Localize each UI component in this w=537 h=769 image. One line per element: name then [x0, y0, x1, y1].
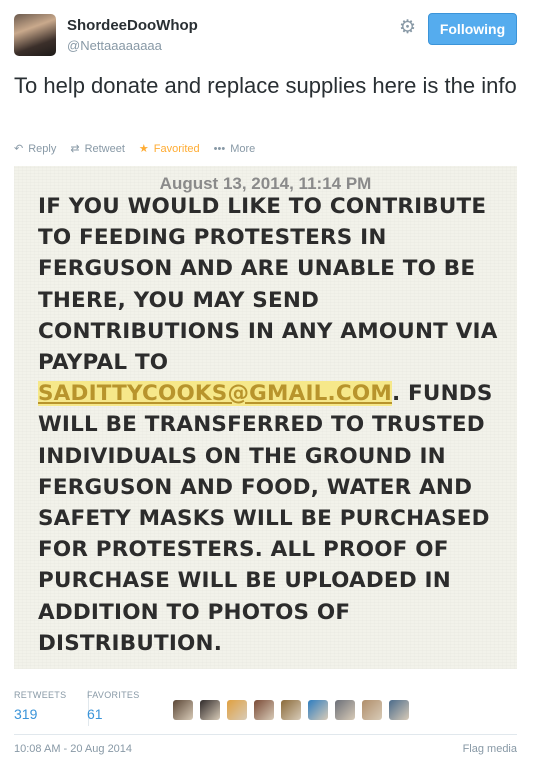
retweets-stat[interactable]: RETWEETS 319 — [14, 690, 66, 722]
favorite-button[interactable]: ★ Favorited — [138, 142, 200, 156]
more-button[interactable]: ••• More — [214, 142, 256, 155]
retweet-icon: ⇄ — [70, 143, 80, 155]
favoriter-avatar[interactable] — [227, 700, 247, 720]
avatar[interactable] — [14, 14, 56, 56]
star-icon: ★ — [138, 143, 149, 155]
user-handle[interactable]: @Nettaaaaaaaa — [67, 38, 162, 53]
more-icon: ••• — [213, 142, 226, 155]
favoriter-avatar[interactable] — [362, 700, 382, 720]
reply-label: Reply — [28, 142, 57, 155]
reply-button[interactable]: ↶ Reply — [14, 142, 57, 156]
favoriter-avatar[interactable] — [335, 700, 355, 720]
tweet-media-image[interactable]: August 13, 2014, 11:14 PM IF YOU WOULD L… — [14, 166, 517, 669]
favorite-label: Favorited — [153, 142, 200, 155]
retweet-button[interactable]: ⇄ Retweet — [70, 142, 125, 156]
favoriter-avatar[interactable] — [308, 700, 328, 720]
retweets-count: 319 — [14, 706, 38, 722]
tweet-actions: ↶ Reply ⇄ Retweet ★ Favorited ••• More — [14, 142, 269, 156]
tweet-timestamp[interactable]: 10:08 AM - 20 Aug 2014 — [14, 743, 132, 755]
divider — [14, 734, 517, 735]
email-link: SADITTYCOOKS@GMAIL.COM — [38, 381, 392, 407]
favoriter-avatar[interactable] — [173, 700, 193, 720]
media-text-after: . FUNDS WILL BE TRANSFERRED TO TRUSTED I… — [38, 381, 493, 656]
media-text-before: IF YOU WOULD LIKE TO CONTRIBUTE TO FEEDI… — [38, 194, 498, 376]
favoriter-avatar[interactable] — [281, 700, 301, 720]
media-text: IF YOU WOULD LIKE TO CONTRIBUTE TO FEEDI… — [38, 191, 508, 659]
retweet-label: Retweet — [84, 142, 125, 155]
reply-icon: ↶ — [14, 143, 24, 155]
following-button[interactable]: Following — [428, 13, 517, 45]
gear-icon[interactable]: ⚙ — [399, 18, 416, 38]
retweets-label: RETWEETS — [14, 690, 67, 700]
user-name[interactable]: ShordeeDooWhop — [67, 17, 198, 34]
tweet-text: To help donate and replace supplies here… — [14, 73, 517, 98]
favoriter-avatar[interactable] — [389, 700, 409, 720]
favoriter-avatars — [173, 700, 416, 720]
favoriter-avatar[interactable] — [200, 700, 220, 720]
more-label: More — [230, 142, 256, 155]
flag-media-link[interactable]: Flag media — [463, 743, 517, 755]
favorites-label: FAVORITES — [87, 690, 140, 700]
favoriter-avatar[interactable] — [254, 700, 274, 720]
favorites-stat[interactable]: FAVORITES 61 — [87, 690, 140, 722]
favorites-count: 61 — [87, 706, 103, 722]
